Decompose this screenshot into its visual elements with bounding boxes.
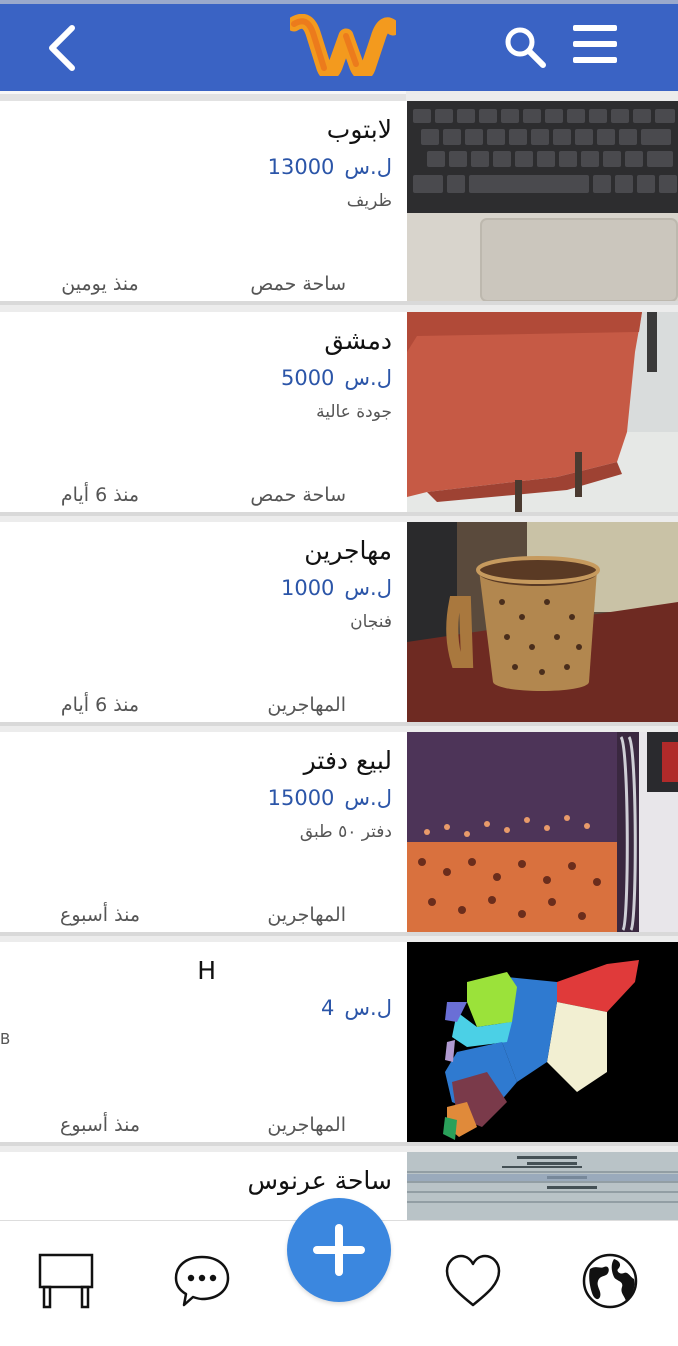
app-logo-w-icon (286, 13, 401, 81)
price-value: 4 (321, 996, 335, 1020)
syria-map-image[interactable] (407, 942, 678, 1142)
price-currency: ل.س (344, 366, 392, 390)
price-value: 5000 (280, 366, 335, 390)
heart-icon (445, 1254, 501, 1307)
menu-button[interactable] (570, 22, 622, 68)
nav-board-button[interactable] (36, 1251, 96, 1311)
listing-title: لبيع دفتر (303, 746, 392, 775)
listing-price: ل.س 15000 (268, 786, 392, 810)
listing-description: ظريف (346, 191, 392, 211)
listing-location: المهاجرين (267, 1114, 346, 1136)
price-value: 15000 (267, 786, 335, 810)
top-app-bar (0, 0, 678, 91)
search-button[interactable] (500, 22, 550, 72)
price-value: 1000 (280, 576, 335, 600)
listing-location: ساحة حمص (250, 484, 346, 506)
price-value: 13000 (267, 155, 335, 179)
listing-location: ساحة حمص (250, 273, 346, 295)
listing-time: منذ أسبوع (59, 904, 140, 926)
listing-price: ل.س 5000 (281, 366, 392, 390)
listing-description: جودة عالية (316, 402, 392, 422)
add-icon (313, 1224, 365, 1276)
listing-time: منذ 6 أيام (60, 694, 140, 716)
search-icon (505, 27, 546, 68)
nav-globe-button[interactable] (580, 1251, 640, 1311)
mug-photo[interactable] (407, 522, 678, 722)
price-currency: ل.س (344, 155, 392, 179)
nav-favorites-button[interactable] (443, 1251, 503, 1311)
listing-location: المهاجرين (267, 904, 346, 926)
listing-title: H (197, 956, 216, 985)
notebook-photo[interactable] (407, 732, 678, 932)
board-icon (38, 1253, 94, 1309)
listing-card[interactable]: لبيع دفتر ل.س 15000 دفتر ٥٠ طبق المهاجرين… (0, 732, 678, 936)
listing-title: لابتوب (326, 115, 392, 144)
status-stripe (0, 0, 678, 4)
feed-top-edge (0, 91, 406, 101)
listing-title: دمشق (324, 326, 392, 355)
listing-title: ساحة عرنوس (247, 1166, 392, 1195)
listing-description: فنجان (350, 612, 392, 632)
listing-price: ل.س 13000 (268, 155, 392, 179)
back-button[interactable] (40, 22, 88, 74)
listing-title: مهاجرين (304, 536, 392, 565)
listing-description: B (0, 1030, 11, 1048)
listing-location: المهاجرين (267, 694, 346, 716)
price-currency: ل.س (344, 996, 392, 1020)
app-logo[interactable] (286, 13, 401, 81)
red-chair-photo[interactable] (407, 312, 678, 512)
add-listing-button[interactable] (287, 1198, 391, 1302)
listing-price: ل.س 1000 (281, 576, 392, 600)
nav-chat-button[interactable] (172, 1251, 232, 1311)
app-screen: لابتوب ل.س 13000 ظريف ساحة حمص منذ يومين (0, 0, 678, 1346)
listing-price: ل.س 4 (321, 996, 392, 1020)
listing-time: منذ يومين (61, 273, 139, 295)
listing-description: دفتر ٥٠ طبق (299, 822, 392, 842)
listing-card[interactable]: مهاجرين ل.س 1000 فنجان المهاجرين منذ 6 أي… (0, 522, 678, 726)
listing-card[interactable]: H ل.س 4 B المهاجرين منذ أسبوع (0, 942, 678, 1146)
laptop-keyboard-photo[interactable] (407, 101, 678, 301)
hamburger-menu-icon (573, 25, 617, 63)
globe-icon (582, 1253, 638, 1309)
chevron-left-icon (49, 25, 75, 71)
listing-time: منذ 6 أيام (60, 484, 140, 506)
price-currency: ل.س (344, 576, 392, 600)
listing-card[interactable]: لابتوب ل.س 13000 ظريف ساحة حمص منذ يومين (0, 101, 678, 305)
listing-card[interactable]: دمشق ل.س 5000 جودة عالية ساحة حمص منذ 6 أ… (0, 312, 678, 516)
listing-time: منذ أسبوع (59, 1114, 140, 1136)
chat-icon (174, 1255, 230, 1307)
price-currency: ل.س (344, 786, 392, 810)
